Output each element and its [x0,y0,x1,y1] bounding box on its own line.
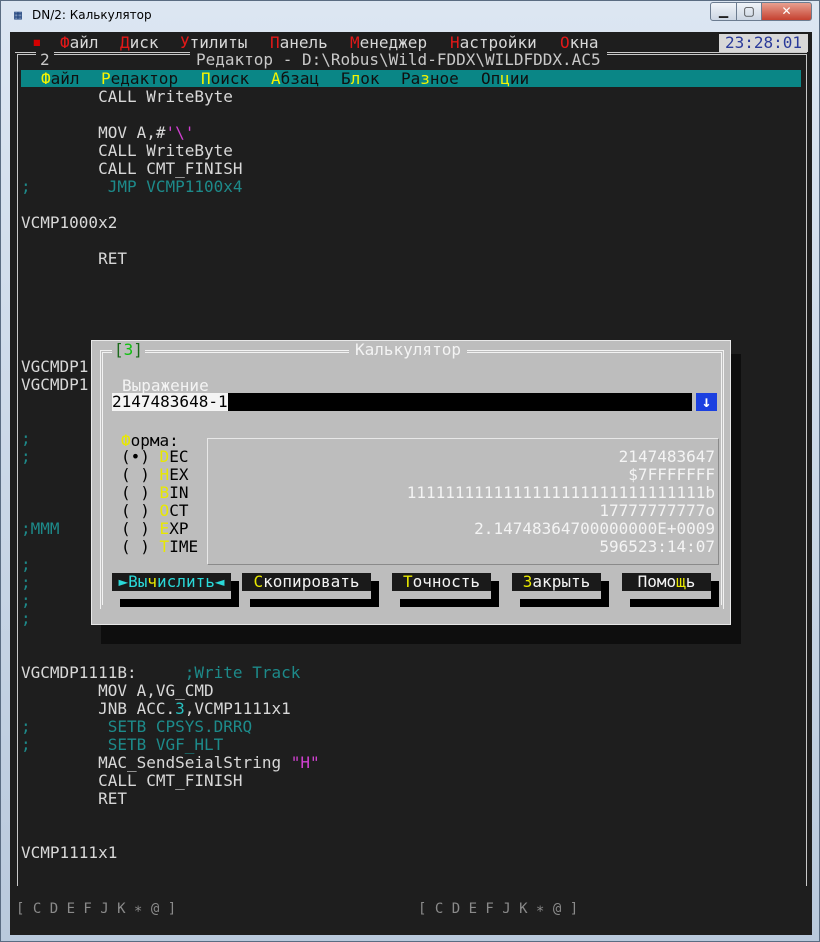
code-line[interactable]: CALL WriteByte [21,88,233,106]
help-button[interactable]: Помощь [622,573,711,591]
code-line[interactable]: ; [21,430,31,448]
precision-button[interactable]: Точность [392,573,491,591]
title-bar[interactable]: ▦ DN/2: Калькулятор ▁ ▢ ✕ [1,1,819,31]
code-line[interactable]: CALL WriteByte [21,142,233,160]
system-menu-marker[interactable]: ▪ [32,33,42,51]
editor-menu-bar: Файл Редактор Поиск Абзац Блок Разное Оп… [21,70,801,88]
expression-input[interactable]: 2147483648-1 [112,393,692,411]
editor-menu-options[interactable]: Опции [481,70,529,88]
code-line[interactable]: VGCMDP1111B: ;Write Track [21,664,300,682]
editor-menu-block[interactable]: Блок [341,70,380,88]
close-dialog-button[interactable]: Закрыть [512,573,601,591]
code-line[interactable]: ; [21,574,31,592]
calculator-dialog: [3] Калькулятор Выражение 2147483648-1 ↓… [91,340,731,625]
code-line[interactable]: VGCMDP1 [21,358,88,376]
radio-dec[interactable]: (•) DEC [121,448,188,466]
editor-menu-paragraph[interactable]: Абзац [271,70,319,88]
minimize-button[interactable]: ▁ [710,2,737,21]
editor-menu-search[interactable]: Поиск [201,70,249,88]
dialog-window-number[interactable]: [3] [112,341,145,359]
app-window: ▦ DN/2: Калькулятор ▁ ▢ ✕ ▪ Файл Диск Ут… [0,0,820,942]
editor-window-number[interactable]: 2 [36,51,54,69]
code-line[interactable]: MOV A,#'\' [21,124,194,142]
calculate-button[interactable]: ►Вычислить◄ [112,573,231,591]
result-time: 596523:14:07 [599,537,715,556]
button-shadow [601,581,609,599]
radio-exp[interactable]: ( ) EXP [121,520,188,538]
button-shadow [231,581,239,599]
code-line[interactable]: ; [21,610,31,628]
result-bin: 1111111111111111111111111111111b [406,483,715,502]
code-line[interactable]: VGCMDP1 [21,376,88,394]
dialog-title: Калькулятор [349,341,467,359]
radio-bin[interactable]: ( ) BIN [121,484,188,502]
clock: 23:28:01 [719,34,808,52]
editor-menu-editor[interactable]: Редактор [101,70,178,88]
calculator-app-icon[interactable]: ▦ [10,8,26,24]
radio-hex[interactable]: ( ) HEX [121,466,188,484]
result-dec: 2147483647 [618,447,715,466]
status-right: [ C D E F J K ∗ @ ] [418,901,579,917]
button-shadow [711,581,719,599]
code-line[interactable]: MAC_SendSeialString "H" [21,754,320,772]
menu-file[interactable]: Файл [60,34,99,52]
code-line[interactable]: ; JMP VCMP1100x4 [21,178,243,196]
button-shadow [491,581,499,599]
result-oct: 17777777777o [599,501,715,520]
code-line[interactable]: VCMP1000x2 [21,214,117,232]
code-line[interactable]: ;MMM [21,520,60,538]
result-hex: $7FFFFFFF [628,465,715,484]
code-line[interactable]: CALL CMT_FINISH [21,160,243,178]
editor-menu-file[interactable]: Файл [41,70,80,88]
close-window-button[interactable]: ✕ [761,2,812,21]
editor-menu-misc[interactable]: Разное [401,70,459,88]
code-line[interactable]: ; [21,556,31,574]
code-line[interactable]: ; [21,592,31,610]
result-exp: 2.14748364700000000E+0009 [474,519,715,538]
code-line[interactable]: RET [21,250,127,268]
radio-time[interactable]: ( ) TIME [121,538,198,556]
copy-button[interactable]: Скопировать [242,573,371,591]
menu-disk[interactable]: Диск [120,34,159,52]
maximize-button[interactable]: ▢ [736,2,762,21]
window-title: DN/2: Калькулятор [32,8,152,22]
history-dropdown-button[interactable]: ↓ [696,393,717,411]
console-screen: ▪ Файл Диск Утилиты Панель Менеджер Наст… [10,32,812,935]
radio-oct[interactable]: ( ) OCT [121,502,188,520]
expression-value[interactable]: 2147483648-1 [112,393,228,411]
code-line[interactable]: ; [21,448,31,466]
code-line[interactable]: JNB ACC.3,VCMP1111x1 [21,700,291,718]
button-shadow [371,581,379,599]
editor-title: Редактор - D:\Robus\Wild-FDDX\WILDFDDX.A… [190,51,607,69]
